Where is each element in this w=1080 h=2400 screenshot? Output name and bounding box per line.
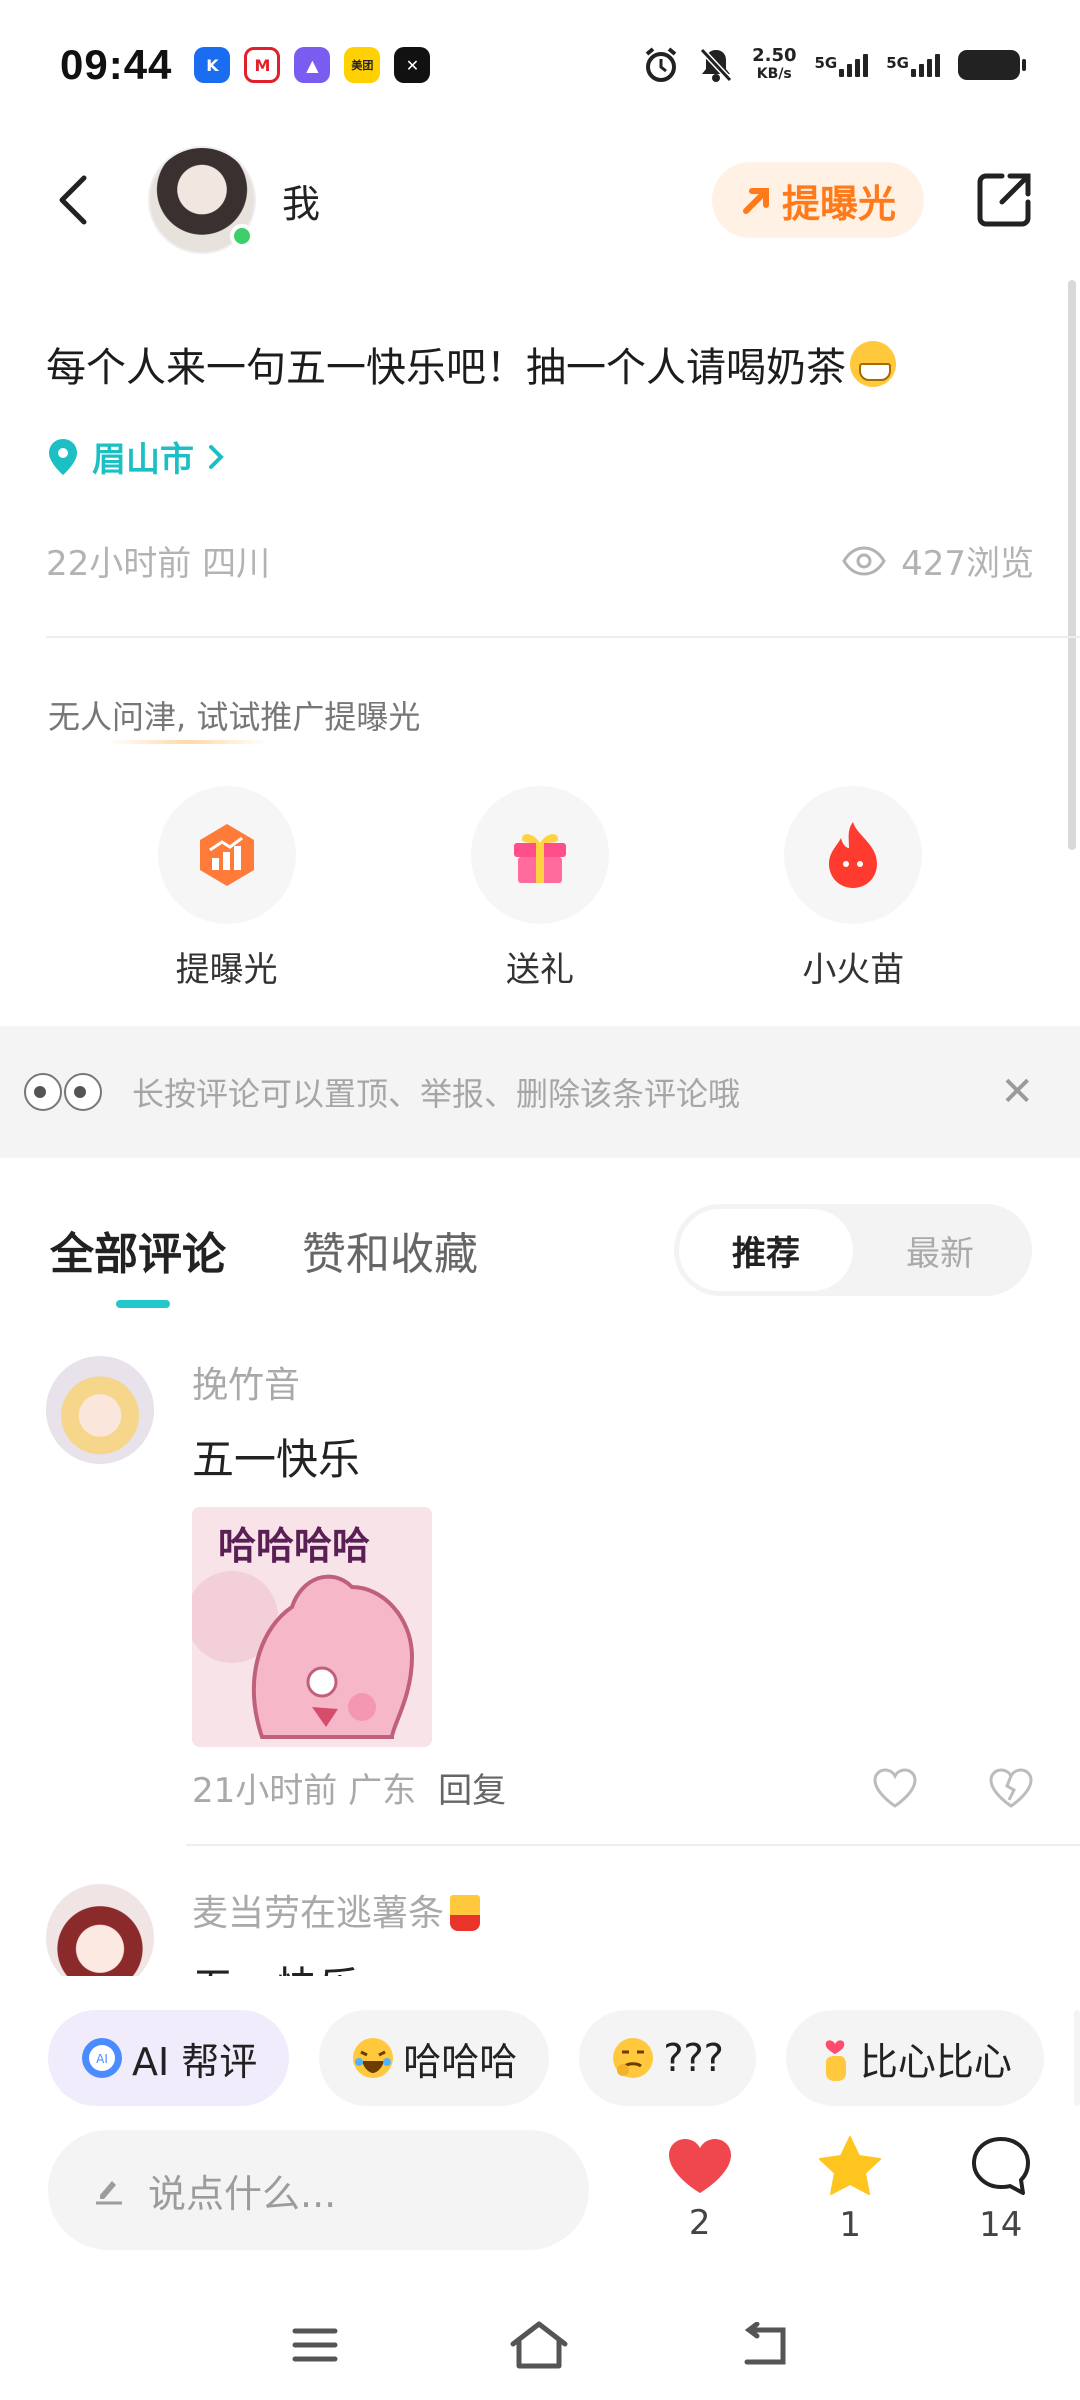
chevron-right-icon	[209, 444, 224, 469]
promo-expose-button[interactable]: 提曝光	[127, 786, 327, 991]
comment-input-placeholder: 说点什么...	[148, 2171, 337, 2216]
metro-app-icon: M	[244, 47, 281, 83]
grin-emoji-icon	[850, 341, 896, 387]
ai-icon: AI	[82, 2038, 122, 2078]
quick-reply-more[interactable]	[1073, 2010, 1080, 2106]
sticker-image[interactable]: 哈哈哈哈	[192, 1507, 432, 1747]
favorite-button[interactable]: 1	[811, 2135, 890, 2245]
arrow-up-right-icon	[742, 188, 769, 214]
laughing-emoji-icon	[353, 2038, 394, 2078]
quick-reply-haha[interactable]: 哈哈哈	[319, 2010, 550, 2106]
tuniu-app-icon: ▲	[294, 47, 331, 83]
close-icon[interactable]: ✕	[1000, 1069, 1034, 1115]
flame-icon	[829, 822, 878, 888]
comment-count: 14	[979, 2205, 1023, 2245]
ai-comment-chip[interactable]: AI AI 帮评	[48, 2010, 290, 2106]
tip-text: 长按评论可以置顶、举报、删除该条评论哦	[132, 1075, 741, 1113]
heart-filled-icon	[668, 2139, 731, 2193]
back-nav-icon[interactable]	[739, 2322, 789, 2368]
comment-text: 五一快乐	[192, 1435, 361, 1484]
location-pin-icon	[49, 438, 77, 475]
tip-banner: 长按评论可以置顶、举报、删除该条评论哦 ✕	[0, 1026, 1080, 1158]
net-speed: 2.50 KB/s	[752, 45, 797, 83]
home-icon[interactable]	[509, 2320, 569, 2370]
gift-icon	[513, 834, 566, 883]
battery-icon	[958, 50, 1026, 80]
expose-chart-icon	[199, 824, 254, 886]
quick-reply-row: AI AI 帮评 哈哈哈 ??? 比心比心	[48, 2010, 1080, 2106]
promotion-actions: 提曝光 送礼 小火苗	[0, 786, 1080, 991]
online-status-dot	[230, 224, 254, 248]
notification-icons: K M ▲ 美团 ✕	[194, 47, 431, 83]
location-link[interactable]: 眉山市	[46, 432, 226, 481]
comment-username[interactable]: 麦当劳在逃薯条	[192, 1884, 1034, 1936]
fries-emoji-icon	[450, 1895, 481, 1931]
svg-text:AI: AI	[96, 2052, 108, 2066]
status-bar: 09:44 K M ▲ 美团 ✕ 2.50 KB/s 5G 5G	[0, 0, 1080, 130]
comment-text: 五一快乐	[192, 1954, 1034, 1976]
comment-tabs: 全部评论 赞和收藏 推荐 最新	[50, 1200, 1032, 1308]
comment-item[interactable]: 挽竹音 五一快乐 哈哈哈哈 21小时前 广东 回复	[46, 1356, 1034, 1816]
heart-outline-icon[interactable]	[872, 1767, 918, 1809]
post-header: 我 提曝光	[0, 130, 1080, 270]
promo-flame-button[interactable]: 小火苗	[753, 786, 953, 991]
comment-input-row: 说点什么... 2 1 14	[48, 2130, 1040, 2250]
avatar[interactable]	[46, 1356, 154, 1464]
quick-reply-finger-heart[interactable]: 比心比心	[785, 2010, 1044, 2106]
reply-button[interactable]: 回复	[438, 1763, 506, 1812]
tab-likes-favorites[interactable]: 赞和收藏	[302, 1218, 478, 1282]
comment-meta: 21小时前 广东 回复	[192, 1763, 1034, 1812]
view-count: 427浏览	[841, 536, 1034, 585]
sort-toggle: 推荐 最新	[674, 1204, 1032, 1296]
eye-icon	[842, 545, 886, 576]
favorite-count: 1	[839, 2205, 862, 2245]
post-meta: 22小时前 四川 427浏览	[46, 536, 1034, 585]
comment-item[interactable]: 麦当劳在逃薯条 五一快乐	[46, 1884, 1034, 1976]
finger-heart-icon	[825, 2040, 846, 2081]
pencil-icon	[96, 2181, 122, 2205]
signal-sim1: 5G	[815, 53, 869, 77]
scrollbar[interactable]	[1068, 280, 1076, 850]
status-time: 09:44	[60, 41, 173, 88]
meituan-app-icon: 美团	[344, 47, 381, 83]
divider	[46, 636, 1080, 638]
divider	[186, 1844, 1080, 1846]
post-time-region: 22小时前 四川	[46, 544, 271, 584]
quick-reply-question[interactable]: ???	[579, 2010, 756, 2106]
k-app-icon: K	[194, 47, 231, 83]
alarm-icon	[645, 47, 677, 82]
comment-input[interactable]: 说点什么...	[48, 2130, 589, 2250]
post-text: 每个人来一句五一快乐吧！抽一个人请喝奶茶	[46, 335, 896, 393]
sticker-text: 哈哈哈哈	[218, 1524, 371, 1568]
hint-highlight	[108, 740, 268, 744]
signal-sim2: 5G	[886, 53, 940, 77]
promo-gift-button[interactable]: 送礼	[440, 786, 640, 991]
system-nav-bar	[0, 2290, 1080, 2400]
sort-latest[interactable]: 最新	[853, 1209, 1027, 1291]
menu-icon[interactable]	[291, 2325, 339, 2365]
capcut-app-icon: ✕	[394, 47, 431, 83]
dislike-broken-heart-icon[interactable]	[988, 1767, 1034, 1809]
author-avatar[interactable]	[148, 146, 256, 254]
mute-bell-icon	[699, 47, 733, 83]
confused-emoji-icon	[613, 2038, 654, 2078]
share-icon[interactable]	[972, 168, 1036, 232]
comment-time-region: 21小时前 广东	[192, 1771, 417, 1811]
avatar[interactable]	[46, 1884, 154, 1976]
eyes-icon	[24, 1073, 102, 1111]
like-button[interactable]: 2	[661, 2137, 740, 2243]
expose-button[interactable]: 提曝光	[711, 162, 924, 238]
comment-username[interactable]: 挽竹音	[192, 1356, 1034, 1408]
comment-bubble-icon	[971, 2137, 1030, 2195]
tab-all-comments[interactable]: 全部评论	[50, 1218, 226, 1308]
sort-recommended[interactable]: 推荐	[679, 1209, 853, 1291]
chevron-left-icon	[59, 175, 87, 225]
like-count: 2	[688, 2203, 711, 2243]
promotion-hint: 无人问津, 试试推广提曝光	[48, 698, 421, 736]
author-name[interactable]: 我	[282, 173, 320, 228]
comment-count-button[interactable]: 14	[962, 2135, 1041, 2245]
back-button[interactable]	[44, 170, 104, 230]
star-filled-icon	[819, 2136, 882, 2195]
